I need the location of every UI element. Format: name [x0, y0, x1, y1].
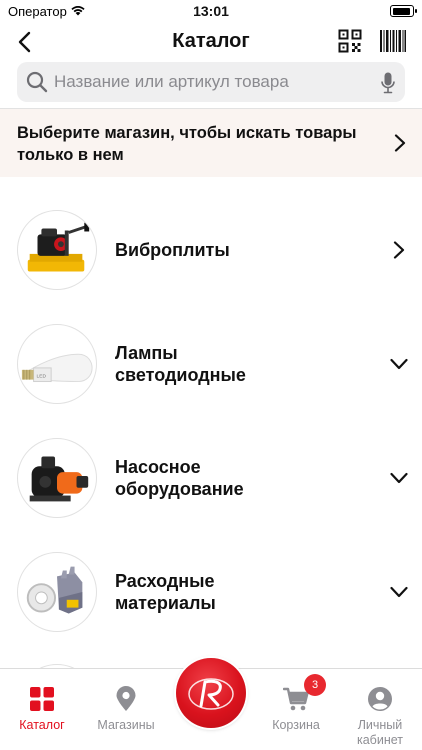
profile-icon [368, 687, 392, 711]
tab-stores[interactable]: Магазины [84, 669, 168, 750]
map-pin-icon [116, 686, 136, 711]
tab-label: Личный кабинет [356, 718, 403, 747]
battery-icon [390, 5, 417, 17]
brand-logo-icon [188, 678, 234, 710]
tab-label: Корзина [272, 718, 320, 732]
cart-count-badge: 3 [304, 674, 326, 696]
category-label: Насосное оборудование [115, 457, 244, 499]
grid-icon [30, 687, 54, 711]
chevron-right-icon [394, 134, 406, 152]
category-label: Расходные материалы [115, 571, 216, 613]
microphone-icon[interactable] [381, 72, 395, 94]
navigation-bar: Каталог [0, 22, 422, 62]
tape-gloves-image [17, 552, 97, 632]
svg-text:LED: LED [37, 374, 47, 380]
store-select-banner[interactable]: Выберите магазин, чтобы искать товары то… [0, 109, 422, 177]
led-bulb-image: LED [17, 324, 97, 404]
tab-profile[interactable]: Личный кабинет [338, 669, 422, 750]
compactor-image [17, 210, 97, 290]
chevron-right-icon [393, 241, 405, 259]
search-icon [26, 71, 48, 93]
category-label: Лампы светодиодные [115, 343, 246, 385]
qr-code-icon[interactable] [338, 29, 362, 53]
tab-label: Каталог [19, 718, 65, 732]
store-banner-text: Выберите магазин, чтобы искать товары то… [17, 124, 357, 164]
tab-cart[interactable]: 3 Корзина [254, 669, 338, 750]
chevron-down-icon[interactable] [390, 586, 408, 598]
category-item-pumps[interactable]: Насосное оборудование [0, 421, 422, 535]
category-item-consumables[interactable]: Расходные материалы [0, 535, 422, 649]
chevron-down-icon[interactable] [390, 358, 408, 370]
clock: 13:01 [193, 3, 229, 19]
chevron-down-icon[interactable] [390, 472, 408, 484]
water-pump-image [17, 438, 97, 518]
category-item-led-lamps[interactable]: LED Лампы светодиодные [0, 307, 422, 421]
tab-label: Магазины [97, 718, 155, 732]
tab-catalog[interactable]: Каталог [0, 669, 84, 750]
back-arrow-icon[interactable] [12, 28, 40, 56]
category-item-vibroplates[interactable]: Виброплиты [0, 193, 422, 307]
barcode-scanner-icon[interactable] [380, 30, 406, 52]
search-input[interactable] [54, 62, 364, 102]
category-label: Виброплиты [115, 240, 230, 260]
brand-logo-button[interactable] [176, 658, 246, 728]
search-bar[interactable] [17, 62, 405, 102]
status-bar: Оператор 13:01 [0, 0, 422, 22]
